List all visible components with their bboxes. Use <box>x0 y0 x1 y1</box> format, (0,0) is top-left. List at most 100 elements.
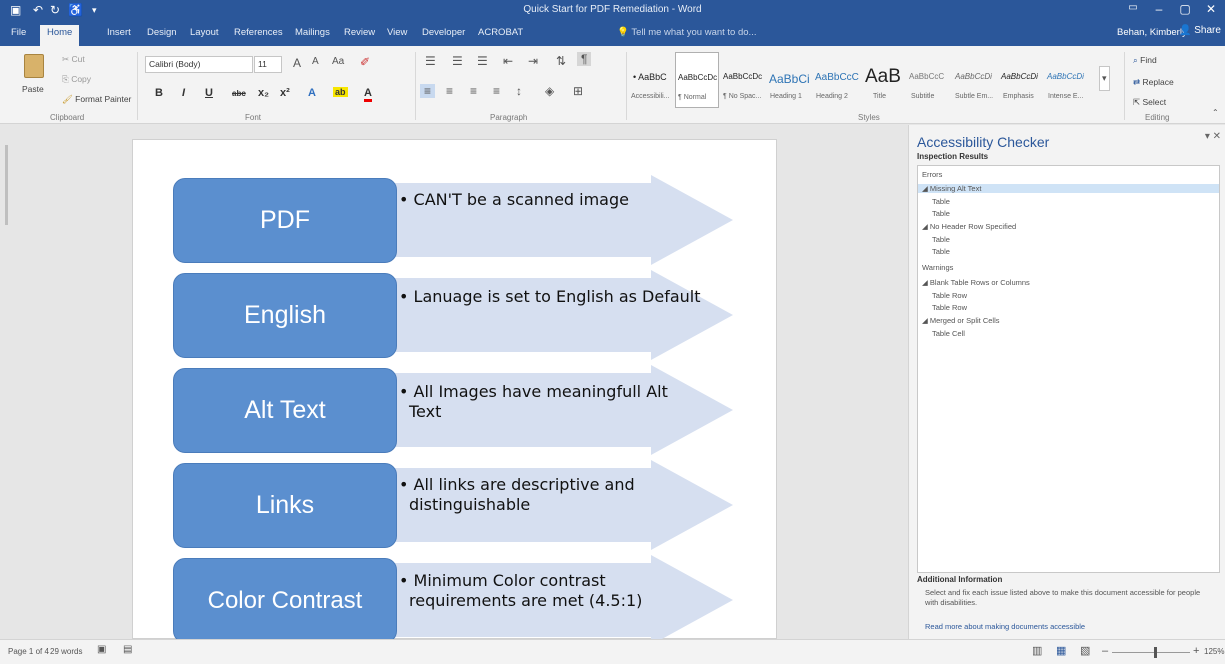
issue-item[interactable]: Table <box>932 209 950 218</box>
style-heading-1[interactable]: AaBbCi Heading 1 <box>767 52 811 108</box>
row-text-pdf[interactable]: • CAN'T be a scanned image <box>399 190 629 210</box>
style-normal[interactable]: AaBbCcDc ¶ Normal <box>675 52 719 108</box>
zoom-slider-thumb[interactable] <box>1154 647 1157 658</box>
row-text-color-contrast[interactable]: • Minimum Color contrast requirements ar… <box>399 571 642 611</box>
row-text-alt-text[interactable]: • All Images have meaningfull Alt Text <box>399 382 668 422</box>
strikethrough-icon[interactable]: abc <box>232 89 246 98</box>
row-text-english[interactable]: • Lanuage is set to English as Default <box>399 287 701 307</box>
style-intense-emphasis[interactable]: AaBbCcDi Intense E... <box>1045 52 1089 108</box>
tab-file[interactable]: File <box>11 27 26 38</box>
row-label-links[interactable]: Links <box>173 463 397 548</box>
highlight-icon[interactable]: ab <box>333 87 348 97</box>
macro-record-icon[interactable]: ▤ <box>123 644 132 655</box>
word-count[interactable]: 29 words <box>50 647 82 656</box>
row-label-color-contrast[interactable]: Color Contrast <box>173 558 397 643</box>
align-left-icon[interactable]: ≡ <box>420 84 436 98</box>
issue-item[interactable]: Table <box>932 197 950 206</box>
document-page[interactable]: PDF • CAN'T be a scanned image English •… <box>132 139 777 645</box>
zoom-slider[interactable] <box>1112 647 1190 658</box>
style-emphasis[interactable]: AaBbCcDi Emphasis <box>999 52 1043 108</box>
inspection-results-list[interactable]: Errors ◢ Missing Alt Text Table Table ◢ … <box>917 165 1220 573</box>
tab-review[interactable]: Review <box>344 27 375 38</box>
style-heading-2[interactable]: AaBbCcC Heading 2 <box>813 52 859 108</box>
format-painter-button[interactable]: 🖌 Format Painter <box>62 94 131 105</box>
issue-item[interactable]: Table Row <box>932 291 967 300</box>
tab-insert[interactable]: Insert <box>107 27 131 38</box>
tab-references[interactable]: References <box>234 27 283 38</box>
tab-developer[interactable]: Developer <box>422 27 465 38</box>
cut-button[interactable]: ✂ Cut <box>62 54 85 65</box>
share-button[interactable]: 👤 Share <box>1179 25 1221 36</box>
read-more-link[interactable]: Read more about making documents accessi… <box>925 622 1085 631</box>
style-subtle-emphasis[interactable]: AaBbCcDi Subtle Em... <box>953 52 997 108</box>
print-layout-icon[interactable]: ▦ <box>1056 644 1066 657</box>
issue-blank-table-rows[interactable]: ◢ Blank Table Rows or Columns <box>922 278 1030 287</box>
replace-button[interactable]: ⇄ Replace <box>1133 77 1174 88</box>
tab-acrobat[interactable]: ACROBAT <box>478 27 523 38</box>
restore-icon[interactable]: ▢ <box>1171 2 1199 16</box>
web-layout-icon[interactable]: ▧ <box>1080 644 1090 657</box>
styles-more-icon[interactable]: ▾ <box>1099 66 1110 91</box>
pane-close-icon[interactable]: ▾ ✕ <box>1205 131 1221 142</box>
multilevel-list-icon[interactable]: ☰ <box>477 54 488 68</box>
grow-font-icon[interactable]: A <box>293 56 301 70</box>
tab-design[interactable]: Design <box>147 27 177 38</box>
font-name-combo[interactable]: Calibri (Body) <box>145 56 253 73</box>
style-subtitle[interactable]: AaBbCcC Subtitle <box>907 52 951 108</box>
increase-indent-icon[interactable]: ⇥ <box>528 54 538 68</box>
superscript-icon[interactable]: x² <box>280 87 290 99</box>
paste-button[interactable]: Paste <box>20 54 48 104</box>
shading-icon[interactable]: ◈ <box>545 84 554 98</box>
sort-icon[interactable]: ⇅ <box>556 54 566 68</box>
issue-missing-alt-text[interactable]: ◢ Missing Alt Text <box>918 184 1219 193</box>
italic-icon[interactable]: I <box>182 87 185 99</box>
change-case-icon[interactable]: Aa <box>332 56 344 67</box>
tab-mailings[interactable]: Mailings <box>295 27 330 38</box>
font-size-combo[interactable]: 11 <box>254 56 282 73</box>
collapse-ribbon-icon[interactable]: ⌃ <box>1212 108 1219 117</box>
numbering-icon[interactable]: ☰ <box>452 54 463 68</box>
style-no-spacing[interactable]: AaBbCcDc ¶ No Spac... <box>721 52 765 108</box>
style-accessibility[interactable]: • AaBbC Accessibili... <box>631 52 673 108</box>
style-title[interactable]: AaB Title <box>859 52 903 108</box>
row-label-english[interactable]: English <box>173 273 397 358</box>
underline-icon[interactable]: U <box>205 87 213 99</box>
zoom-out-icon[interactable]: – <box>1102 645 1108 657</box>
clear-formatting-icon[interactable]: ✐ <box>360 55 370 69</box>
copy-button[interactable]: ⎘ Copy <box>62 74 91 85</box>
align-right-icon[interactable]: ≡ <box>470 84 477 98</box>
ribbon-display-options-icon[interactable]: ▭ <box>1119 2 1147 13</box>
find-button[interactable]: ⌕ Find <box>1133 55 1157 66</box>
borders-icon[interactable]: ⊞ <box>573 84 583 98</box>
text-effects-icon[interactable]: A <box>308 87 316 99</box>
proofing-icon[interactable]: ▣ <box>97 644 106 655</box>
close-icon[interactable]: ✕ <box>1197 2 1225 16</box>
zoom-level[interactable]: 125% <box>1204 647 1224 656</box>
issue-item[interactable]: Table Row <box>932 303 967 312</box>
align-center-icon[interactable]: ≡ <box>446 84 453 98</box>
issue-item[interactable]: Table <box>932 235 950 244</box>
show-paragraph-marks-icon[interactable]: ¶ <box>577 52 592 66</box>
row-text-links[interactable]: • All links are descriptive and distingu… <box>399 475 635 515</box>
bullets-icon[interactable]: ☰ <box>425 54 436 68</box>
subscript-icon[interactable]: x₂ <box>258 87 269 99</box>
decrease-indent-icon[interactable]: ⇤ <box>503 54 513 68</box>
tab-home[interactable]: Home <box>40 25 80 46</box>
shrink-font-icon[interactable]: A <box>312 56 319 67</box>
minimize-icon[interactable]: – <box>1145 2 1173 16</box>
read-mode-icon[interactable]: ▥ <box>1032 644 1042 657</box>
row-label-alt-text[interactable]: Alt Text <box>173 368 397 453</box>
tab-view[interactable]: View <box>387 27 407 38</box>
row-label-pdf[interactable]: PDF <box>173 178 397 263</box>
issue-item[interactable]: Table Cell <box>932 329 965 338</box>
user-name[interactable]: Behan, Kimberly <box>1117 27 1187 38</box>
justify-icon[interactable]: ≡ <box>493 84 500 98</box>
issue-item[interactable]: Table <box>932 247 950 256</box>
zoom-in-icon[interactable]: + <box>1193 645 1199 657</box>
line-spacing-icon[interactable]: ↕ <box>516 84 522 98</box>
select-button[interactable]: ⇱ Select <box>1133 97 1166 108</box>
tell-me-search[interactable]: 💡 Tell me what you want to do... <box>617 27 756 38</box>
page-count[interactable]: Page 1 of 4 <box>8 647 49 656</box>
issue-merged-split-cells[interactable]: ◢ Merged or Split Cells <box>922 316 999 325</box>
font-color-icon[interactable]: A <box>364 87 372 102</box>
